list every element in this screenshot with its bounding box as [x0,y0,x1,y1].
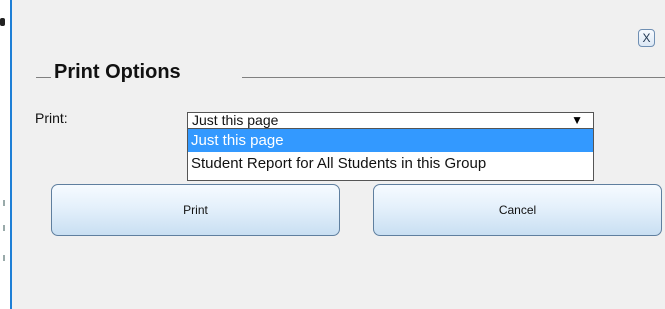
dropdown-option-just-this-page[interactable]: Just this page [188,129,593,152]
fieldset-legend: Print Options [36,60,665,88]
legend-divider-left [36,77,51,78]
background-edge [0,0,10,309]
print-options-dialog: X Print Options Print: Just this page ▼ … [10,0,665,309]
dropdown-option-all-students[interactable]: Student Report for All Students in this … [188,152,593,175]
background-fragment [3,255,5,261]
background-fragment [3,225,5,231]
background-fragment [3,200,5,206]
chevron-down-icon[interactable]: ▼ [571,113,583,128]
dialog-title: Print Options [54,61,181,83]
print-select-dropdown: Just this page Student Report for All St… [187,129,594,181]
select-value: Just this page [192,112,279,128]
close-icon[interactable]: X [638,29,655,47]
print-button[interactable]: Print [51,184,340,236]
cancel-button[interactable]: Cancel [373,184,662,236]
print-select[interactable]: Just this page ▼ [187,112,594,129]
legend-divider-right [242,77,665,78]
background-fragment [0,18,5,26]
screen: X Print Options Print: Just this page ▼ … [0,0,665,309]
print-label: Print: [35,110,68,126]
